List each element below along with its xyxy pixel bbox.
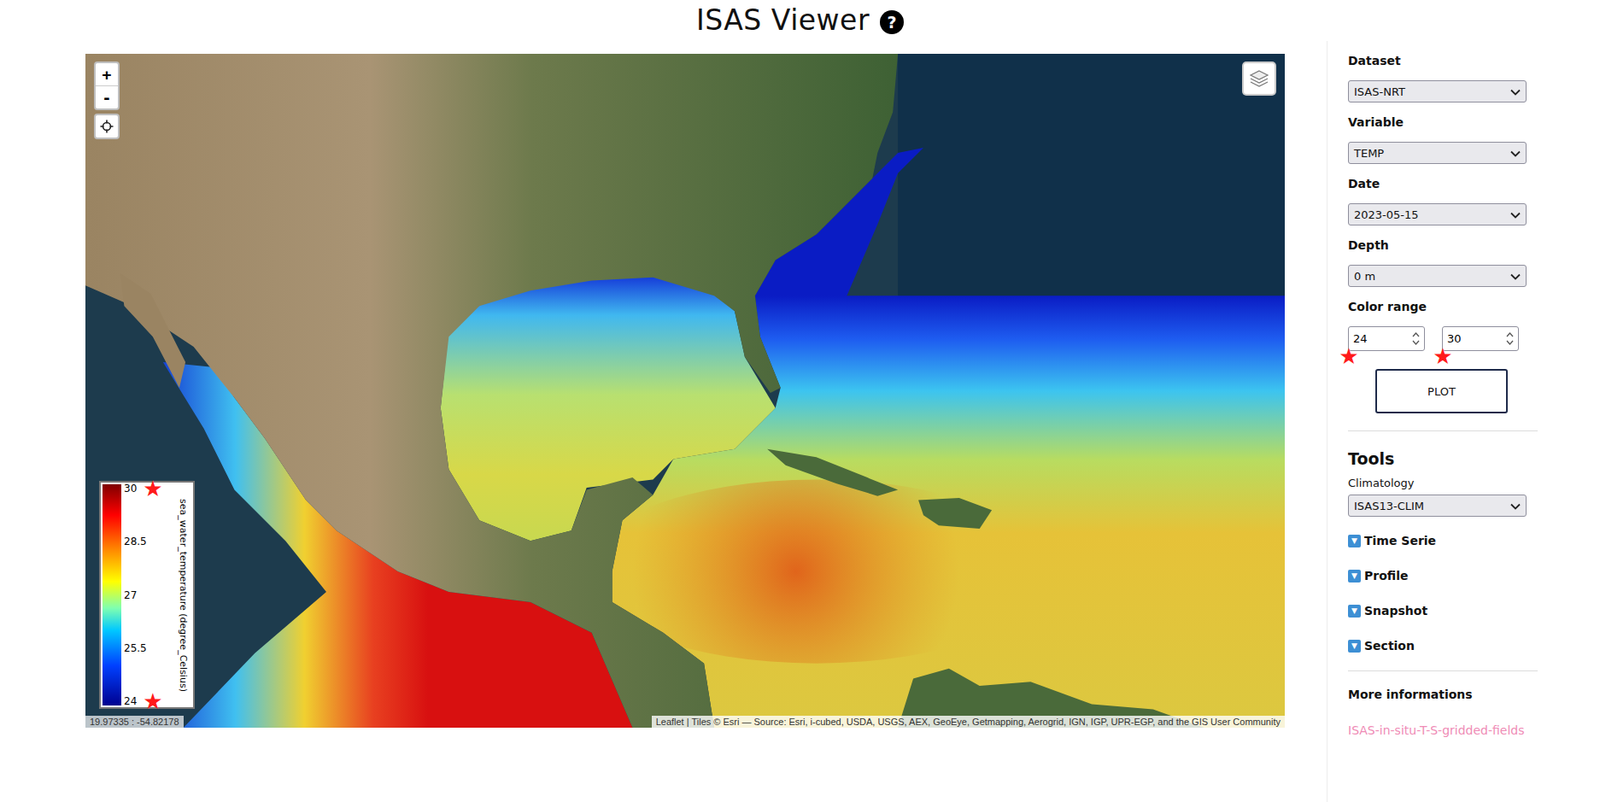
color-range: ★★	[1347, 326, 1532, 352]
range-min-field: ★	[1347, 326, 1425, 352]
separator	[1347, 670, 1538, 672]
collapse-icon: ▼	[1347, 639, 1361, 653]
chevron-icon	[1510, 85, 1521, 99]
chevron-icon	[1510, 208, 1521, 222]
plot-button[interactable]: PLOT	[1375, 369, 1508, 414]
tool-section[interactable]: ▼Snapshot	[1347, 602, 1532, 620]
separator	[1347, 430, 1538, 432]
collapse-icon: ▼	[1347, 534, 1361, 548]
star-icon: ★	[141, 477, 165, 500]
star-icon: ★	[1337, 345, 1360, 368]
zoom-in-button[interactable]: +	[95, 63, 118, 86]
legend-tick: 28.5	[123, 535, 147, 548]
info-link[interactable]: ISAS-in-situ-T-S-gridded-fields	[1347, 722, 1532, 739]
climatology-select[interactable]: ISAS13-CLIM	[1347, 494, 1527, 517]
legend-title: sea_water_temperature (degree_Celsius)	[175, 482, 190, 708]
map[interactable]: +-3028.52725.524sea_water_temperature (d…	[85, 53, 1285, 728]
legend-tick: 25.5	[123, 642, 147, 655]
section-label: Profile	[1364, 567, 1408, 585]
field-label: Dataset	[1347, 52, 1532, 69]
tool-section[interactable]: ▼Time Serie	[1347, 532, 1532, 550]
color-bar	[102, 484, 122, 706]
star-icon: ★	[141, 690, 165, 713]
zoom-out-button[interactable]: -	[95, 85, 118, 109]
select-value: 0 m	[1353, 269, 1376, 283]
field-select[interactable]: 0 m	[1347, 264, 1527, 288]
tool-section[interactable]: ▼Profile	[1347, 567, 1532, 585]
collapse-icon: ▼	[1347, 604, 1361, 618]
legend-tick: 27	[123, 589, 147, 602]
page-header: ISAS Viewer?	[0, 0, 1600, 42]
tool-sections: ▼Time Serie▼Profile▼Snapshot▼Section	[1347, 532, 1532, 655]
map-attribution: Leaflet | Tiles © Esri — Source: Esri, i…	[651, 715, 1285, 728]
chevron-icon	[1510, 146, 1521, 160]
field-label: Date	[1347, 175, 1532, 192]
color-legend: 3028.52725.524sea_water_temperature (deg…	[99, 480, 195, 710]
select-value: ISAS13-CLIM	[1353, 499, 1425, 513]
legend-title-text: sea_water_temperature (degree_Celsius)	[177, 498, 189, 692]
spinner-icon[interactable]	[1411, 330, 1421, 347]
chevron-icon	[1510, 269, 1521, 283]
field-select[interactable]: 2023-05-15	[1347, 203, 1527, 226]
climatology-label: Climatology	[1347, 476, 1532, 491]
range-max-input[interactable]	[1442, 332, 1503, 346]
locate-icon[interactable]	[93, 113, 120, 140]
range-min-input[interactable]	[1348, 332, 1409, 346]
collapse-icon: ▼	[1347, 569, 1361, 583]
field-select[interactable]: TEMP	[1347, 141, 1527, 165]
field-label: Variable	[1347, 114, 1532, 130]
layers-icon[interactable]	[1242, 61, 1277, 96]
section-label: Time Serie	[1364, 532, 1436, 550]
chevron-icon	[1510, 499, 1521, 513]
section-label: Snapshot	[1364, 602, 1428, 620]
legend-ticks: 3028.52725.524	[123, 482, 147, 708]
tool-section[interactable]: ▼Section	[1347, 637, 1532, 655]
page-title: ISAS Viewer	[696, 3, 870, 38]
help-icon[interactable]: ?	[879, 10, 904, 35]
select-value: TEMP	[1353, 146, 1384, 160]
sidebar: Dataset ISAS-NRT Variable TEMP Date 2023-05-1…	[1326, 41, 1532, 802]
spinner-icon[interactable]	[1505, 330, 1515, 347]
zoom-control: +-	[93, 61, 120, 111]
range-max-field: ★	[1441, 326, 1519, 352]
select-value: 2023-05-15	[1353, 208, 1419, 222]
cursor-coordinates: 19.97335 : -54.82178	[85, 715, 184, 728]
color-range-label: Color range	[1347, 298, 1532, 315]
field-select[interactable]: ISAS-NRT	[1347, 80, 1527, 103]
field-label: Depth	[1347, 237, 1532, 253]
more-info-title: More informations	[1347, 686, 1532, 703]
main-area: +-3028.52725.524sea_water_temperature (d…	[0, 41, 1600, 802]
section-label: Section	[1364, 637, 1415, 655]
tools-title: Tools	[1347, 448, 1532, 469]
select-value: ISAS-NRT	[1353, 85, 1406, 99]
star-icon: ★	[1431, 345, 1454, 368]
